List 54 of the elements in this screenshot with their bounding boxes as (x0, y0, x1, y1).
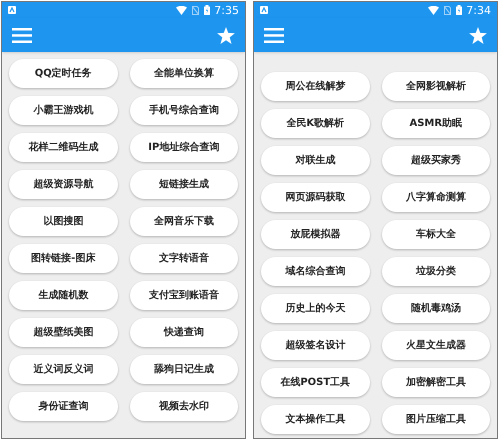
tool-button[interactable]: 近义词反义词 (9, 355, 118, 384)
tool-button[interactable]: 身份证查询 (9, 392, 118, 421)
battery-icon (456, 5, 462, 15)
tool-button[interactable]: 超级资源导航 (9, 170, 118, 199)
tool-button[interactable]: 网页源码获取 (261, 183, 370, 212)
tool-button[interactable]: 全网音乐下载 (130, 207, 238, 236)
tool-button[interactable]: 放屁模拟器 (261, 220, 370, 249)
tool-button[interactable]: 全网影视解析 (382, 72, 490, 101)
menu-icon[interactable] (12, 28, 32, 42)
tool-button[interactable]: 随机毒鸡汤 (382, 294, 490, 323)
menu-icon[interactable] (264, 28, 284, 42)
tool-button[interactable]: IP地址综合查询 (130, 133, 238, 162)
tool-button[interactable]: 视频去水印 (130, 392, 238, 421)
tool-button[interactable]: 生成随机数 (9, 281, 118, 310)
tool-button[interactable]: 短链接生成 (130, 170, 238, 199)
tool-button[interactable]: 车标大全 (382, 220, 490, 249)
tool-button[interactable]: 超级签名设计 (261, 331, 370, 360)
tool-button[interactable]: 以图搜图 (9, 207, 118, 236)
tool-button[interactable]: 在线POST工具 (261, 368, 370, 397)
no-sim-icon (444, 6, 452, 14)
tool-button[interactable]: 全民K歌解析 (261, 109, 370, 138)
notification-icon (260, 6, 268, 14)
tool-button[interactable]: 加密解密工具 (382, 368, 490, 397)
tool-button[interactable]: 舔狗日记生成 (130, 355, 238, 384)
status-time: 7:35 (214, 4, 239, 16)
tool-button[interactable]: 超级壁纸美图 (9, 318, 118, 347)
battery-icon (204, 5, 210, 15)
status-time: 7:34 (466, 4, 491, 16)
tool-button[interactable]: 文字转语音 (130, 244, 238, 273)
tool-button[interactable]: 手机号综合查询 (130, 96, 238, 125)
tool-button[interactable]: 图片压缩工具 (382, 405, 490, 434)
notification-icon (8, 6, 16, 14)
tool-button[interactable]: 图转链接-图床 (9, 244, 118, 273)
tool-button[interactable]: 快递查询 (130, 318, 238, 347)
tool-button[interactable]: ASMR助眠 (382, 109, 490, 138)
tool-button[interactable]: 超级买家秀 (382, 146, 490, 175)
tool-button[interactable]: QQ定时任务 (9, 59, 118, 88)
tool-button[interactable]: 域名综合查询 (261, 257, 370, 286)
tool-button[interactable]: 八字算命测算 (382, 183, 490, 212)
tool-button[interactable]: 对联生成 (261, 146, 370, 175)
tool-button[interactable]: 支付宝到账语音 (130, 281, 238, 310)
tool-button[interactable]: 历史上的今天 (261, 294, 370, 323)
tool-button[interactable]: 花样二维码生成 (9, 133, 118, 162)
tool-button[interactable]: 小霸王游戏机 (9, 96, 118, 125)
tool-button[interactable]: 全能单位换算 (130, 59, 238, 88)
no-sim-icon (192, 6, 200, 14)
tool-button[interactable]: 垃圾分类 (382, 257, 490, 286)
tool-button[interactable]: 火星文生成器 (382, 331, 490, 360)
tool-button[interactable]: 文本操作工具 (261, 405, 370, 434)
star-icon[interactable] (469, 26, 487, 44)
wifi-icon (428, 6, 440, 14)
wifi-icon (176, 6, 188, 14)
star-icon[interactable] (217, 26, 235, 44)
tool-button[interactable]: 周公在线解梦 (261, 72, 370, 101)
